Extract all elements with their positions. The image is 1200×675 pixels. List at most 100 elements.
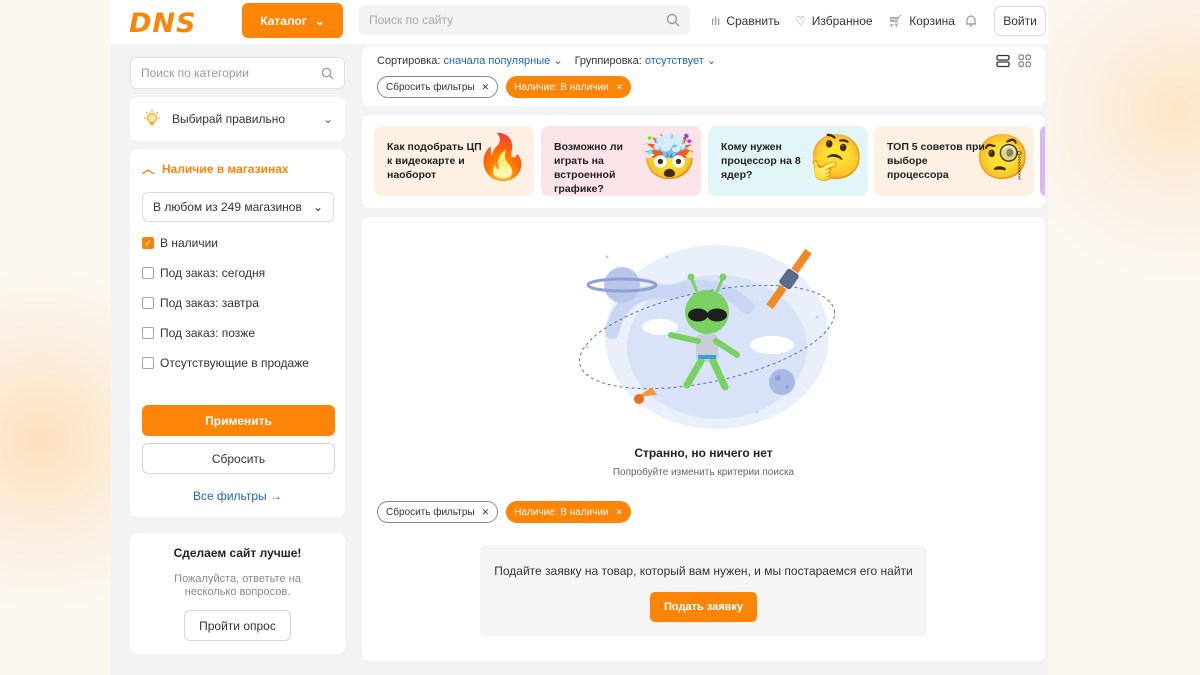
checkbox-in-stock[interactable]: ✓ В наличии xyxy=(142,236,218,250)
close-icon[interactable]: ✕ xyxy=(616,507,624,518)
checkbox-label: Отсутствующие в продаже xyxy=(160,356,309,370)
active-filters: Сбросить фильтры ✕ Наличие: В наличии ✕ xyxy=(377,76,632,98)
checkbox-order-today[interactable]: Под заказ: сегодня xyxy=(142,266,265,280)
chevron-down-icon: ⌄ xyxy=(312,200,323,214)
search-icon[interactable] xyxy=(666,13,680,27)
checkbox-label: В наличии xyxy=(160,236,219,250)
survey-title: Сделаем сайт лучше! xyxy=(173,546,302,560)
catalog-button[interactable]: Каталог ⌄ xyxy=(242,3,343,38)
chevron-down-icon: ⌄ xyxy=(322,112,333,126)
promo-card[interactable]: ТОП 5 советов при выборе процессора 🧐 xyxy=(874,126,1034,196)
chevron-down-icon: ⌄ xyxy=(550,55,563,67)
sort-value[interactable]: сначала популярные xyxy=(444,55,551,67)
catalog-label: Каталог xyxy=(260,13,307,28)
in-stock-filter-chip[interactable]: Наличие: В наличии ✕ xyxy=(506,501,632,523)
group-control[interactable]: Группировка: отсутствует ⌄ xyxy=(575,54,717,67)
close-icon[interactable]: ✕ xyxy=(482,82,490,93)
chip-label: Наличие: В наличии xyxy=(514,506,609,518)
shop-select[interactable]: В любом из 249 магазинов ⌄ xyxy=(142,192,334,222)
cart-icon: 🛒︎ xyxy=(888,14,904,28)
lightbulb-icon xyxy=(144,109,160,125)
group-label: Группировка: xyxy=(574,55,642,67)
cart-link[interactable]: 🛒︎ Корзина xyxy=(888,14,955,28)
close-icon[interactable]: ✕ xyxy=(616,82,624,93)
reset-filters-chip[interactable]: Сбросить фильтры ✕ xyxy=(377,76,499,98)
promo-text: Кому нужен процессор на 8 ядер? xyxy=(721,141,801,181)
promo-card[interactable]: Возможно ли играть на встроенной графике… xyxy=(541,126,701,196)
survey-text: Пожалуйста, ответьте на несколько вопрос… xyxy=(174,573,301,598)
apply-button[interactable]: Применить xyxy=(142,405,335,436)
dns-logo[interactable]: DNS xyxy=(129,8,196,39)
site-search-input[interactable] xyxy=(369,13,666,27)
empty-state-title: Странно, но ничего нет xyxy=(634,446,773,460)
checkbox-order-tomorrow[interactable]: Под заказ: завтра xyxy=(142,296,259,310)
page-background-right xyxy=(1048,0,1200,675)
category-search[interactable] xyxy=(130,57,345,89)
checkbox-label: Под заказ: завтра xyxy=(160,296,259,310)
close-icon[interactable]: ✕ xyxy=(482,507,490,518)
all-filters-link[interactable]: Все фильтры → xyxy=(130,489,345,503)
reset-filters-chip[interactable]: Сбросить фильтры ✕ xyxy=(377,501,499,523)
checkbox-order-later[interactable]: Под заказ: позже xyxy=(142,326,255,340)
promo-card[interactable]: Кому нужен процессор на 8 ядер? 🤔 xyxy=(708,126,868,196)
promo-card-next-peek[interactable] xyxy=(1040,126,1045,196)
favorites-link[interactable]: ♡ Избранное xyxy=(795,14,873,28)
promo-carousel: Как подобрать ЦП к видеокарте и наоборот… xyxy=(362,115,1045,208)
alien-in-space-illustration xyxy=(578,245,836,429)
survey-card: Сделаем сайт лучше! Пожалуйста, ответьте… xyxy=(130,533,345,654)
sort-label: Сортировка: xyxy=(377,55,441,67)
login-button[interactable]: Войти xyxy=(994,6,1046,36)
search-results: Странно, но ничего нет Попробуйте измени… xyxy=(362,217,1045,661)
checkbox-icon[interactable] xyxy=(142,297,154,309)
chip-label: Наличие: В наличии xyxy=(514,81,609,93)
category-search-input[interactable] xyxy=(141,66,321,80)
active-filters-bottom: Сбросить фильтры ✕ Наличие: В наличии ✕ xyxy=(377,501,632,523)
compare-label: Сравнить xyxy=(726,14,780,28)
compare-icon: ılı xyxy=(711,14,721,28)
favorites-label: Избранное xyxy=(811,14,873,28)
cart-label: Корзина xyxy=(909,14,955,28)
site-header: DNS Каталог ⌄ ılı Сравнить ♡ Избранное 🛒… xyxy=(111,0,1048,44)
choose-right-tip[interactable]: Выбирай правильно ⌄ xyxy=(130,97,345,141)
view-switch xyxy=(996,54,1032,68)
checkbox-checked-icon[interactable]: ✓ xyxy=(142,237,154,249)
page-background-left xyxy=(0,0,111,675)
search-icon[interactable] xyxy=(321,67,334,80)
bell-icon xyxy=(966,15,976,27)
chevron-down-icon: ⌄ xyxy=(314,13,325,28)
chevron-down-icon: ⌄ xyxy=(703,55,717,67)
sort-row: Сортировка: сначала популярные ⌄ Группир… xyxy=(377,54,716,67)
checkbox-icon[interactable] xyxy=(142,327,154,339)
promo-text: ТОП 5 советов при выборе процессора xyxy=(887,141,985,181)
checkbox-label: Под заказ: позже xyxy=(160,326,256,340)
availability-filter-panel: ︿ Наличие в магазинах В любом из 249 маг… xyxy=(130,149,345,517)
chip-label: Сбросить фильтры xyxy=(386,506,475,518)
tip-label: Выбирай правильно xyxy=(172,112,286,126)
sort-toolbar: Сортировка: сначала популярные ⌄ Группир… xyxy=(362,46,1045,106)
notifications-button[interactable] xyxy=(965,14,977,27)
chip-label: Сбросить фильтры xyxy=(386,81,475,93)
in-stock-filter-chip[interactable]: Наличие: В наличии ✕ xyxy=(506,76,632,98)
availability-title: Наличие в магазинах xyxy=(162,161,289,176)
site-search[interactable] xyxy=(359,5,690,35)
empty-state-subtitle: Попробуйте изменить критерии поиска xyxy=(612,467,795,478)
chevron-up-icon: ︿ xyxy=(142,162,155,176)
checkbox-label: Под заказ: сегодня xyxy=(160,266,266,280)
checkbox-icon[interactable] xyxy=(142,267,154,279)
compare-link[interactable]: ılı Сравнить xyxy=(711,14,780,28)
survey-button[interactable]: Пройти опрос xyxy=(184,610,291,641)
group-value[interactable]: отсутствует xyxy=(645,55,704,67)
grid-view-icon[interactable] xyxy=(1018,54,1032,68)
promo-card[interactable]: Как подобрать ЦП к видеокарте и наоборот… xyxy=(374,126,534,196)
availability-filter-header[interactable]: ︿ Наличие в магазинах xyxy=(142,160,289,177)
shop-select-value: В любом из 249 магазинов xyxy=(153,200,302,214)
list-view-icon[interactable] xyxy=(996,54,1010,68)
promo-text: Как подобрать ЦП к видеокарте и наоборот xyxy=(387,141,482,181)
reset-button[interactable]: Сбросить xyxy=(142,443,335,474)
sort-control[interactable]: Сортировка: сначала популярные ⌄ xyxy=(377,54,563,67)
checkbox-out-of-stock[interactable]: Отсутствующие в продаже xyxy=(142,356,309,370)
page-content: DNS Каталог ⌄ ılı Сравнить ♡ Избранное 🛒… xyxy=(111,0,1048,675)
submit-request-button[interactable]: Подать заявку xyxy=(650,592,757,622)
checkbox-icon[interactable] xyxy=(142,357,154,369)
promo-text: Возможно ли играть на встроенной графике… xyxy=(554,141,623,195)
